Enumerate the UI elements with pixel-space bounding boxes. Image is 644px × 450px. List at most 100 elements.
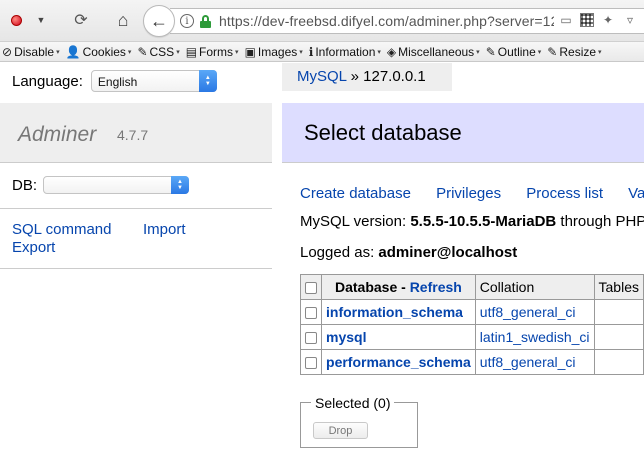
row-check-cell	[299, 324, 323, 350]
toolbar-item-forms[interactable]: ▤ Forms ▾	[184, 45, 243, 59]
collation-link[interactable]: utf8_general_ci	[480, 354, 576, 370]
toolbar-item-label: Resize	[559, 44, 597, 59]
db-label: DB:	[12, 176, 38, 194]
toolbar-item-label: Disable	[14, 44, 55, 59]
divider	[0, 268, 272, 269]
version-value: 5.5.5-10.5.5-MariaDB	[410, 213, 557, 230]
cookies-icon: 👤	[65, 44, 81, 59]
disable-icon: ⊘	[2, 44, 13, 59]
logged-user: adminer@localhost	[378, 244, 518, 261]
toolbar-item-outline[interactable]: ✎ Outline ▾	[484, 45, 546, 59]
toolbar-item-label: Information	[315, 44, 376, 59]
chevron-down-icon: ▾	[56, 48, 60, 56]
back-arrow-icon[interactable]: ←	[143, 5, 175, 37]
chevron-down-icon: ▾	[476, 48, 480, 56]
selected-legend: Selected (0)	[311, 395, 395, 411]
info-icon[interactable]: i	[180, 14, 194, 28]
url-text[interactable]: https://dev-freebsd.difyel.com/adminer.p…	[219, 13, 558, 29]
select-all-checkbox[interactable]	[305, 282, 317, 295]
toolbar-item-label: Images	[257, 44, 298, 59]
collation-link[interactable]: utf8_general_ci	[480, 304, 576, 320]
chevron-down-icon: ▾	[299, 48, 303, 56]
hardware-icon[interactable]: ▭	[558, 12, 574, 28]
collation-cell: utf8_general_ci	[474, 349, 595, 375]
toolbar-item-cookies[interactable]: 👤 Cookies ▾	[64, 45, 136, 59]
language-label: Language:	[12, 72, 83, 90]
db-row: DB: ▲ ▼	[12, 176, 190, 194]
chevron-down-icon: ▾	[176, 48, 180, 56]
adminer-page: Language: English ▲ ▼ Adminer 4.7.7 DB: ▲…	[0, 63, 644, 450]
header-collation: Collation	[474, 274, 595, 300]
information-icon: ℹ	[308, 44, 314, 59]
database-link[interactable]: performance_schema	[326, 354, 471, 370]
lock-icon[interactable]	[200, 14, 211, 28]
process-list-link[interactable]: Process list	[526, 185, 603, 202]
images-icon: ▣	[244, 44, 256, 59]
resize-icon: ✎	[547, 44, 558, 59]
database-link[interactable]: information_schema	[326, 304, 463, 320]
version-suffix: through PHP extension MySQLi	[560, 213, 644, 230]
toolbar-item-label: CSS	[149, 44, 175, 59]
db-select[interactable]: ▲ ▼	[43, 176, 190, 194]
database-cell: performance_schema	[321, 349, 476, 375]
row-check-cell	[299, 349, 323, 375]
url-bar-icons: ▭ ✦ ▿	[554, 12, 638, 28]
menu-caret-icon[interactable]: ▼	[34, 8, 48, 32]
toolbar-item-images[interactable]: ▣ Images ▾	[243, 45, 307, 59]
version-label: MySQL version:	[300, 213, 407, 230]
export-link[interactable]: Export	[12, 239, 55, 257]
import-link[interactable]: Import	[143, 221, 186, 239]
outline-icon: ✎	[485, 44, 496, 59]
row-checkbox[interactable]	[305, 357, 317, 370]
tables-cell	[593, 299, 644, 325]
header-database: Database - Refresh	[321, 274, 476, 300]
history-icon[interactable]: ⟳	[64, 8, 98, 32]
chevron-down-icon: ▾	[598, 48, 602, 56]
language-row: Language: English ▲ ▼	[12, 70, 217, 92]
web-developer-toolbar: ⊘ Disable ▾ 👤 Cookies ▾ ✎ CSS ▾ ▤ Forms ▾ ▣ Images ▾ ℹ I…	[0, 42, 644, 62]
url-bar[interactable]: i https://dev-freebsd.difyel.com/adminer…	[170, 8, 644, 34]
toolbar-item-label: Cookies	[82, 44, 126, 59]
chevron-down-icon: ▾	[377, 48, 381, 56]
database-link[interactable]: mysql	[326, 329, 366, 345]
forms-icon: ▤	[185, 44, 198, 59]
sql-command-link[interactable]: SQL command	[12, 221, 112, 239]
breadcrumb-server: 127.0.0.1	[363, 68, 426, 85]
header-database-label: Database	[334, 279, 398, 295]
logged-line: Logged as: adminer@localhost	[300, 244, 517, 261]
toolbar-item-information[interactable]: ℹ Information ▾	[307, 45, 385, 59]
pocket-icon[interactable]: ▿	[622, 12, 638, 28]
row-checkbox[interactable]	[305, 307, 317, 320]
drop-button[interactable]: Drop	[313, 422, 368, 439]
selected-fieldset: Selected (0) Drop	[300, 395, 418, 448]
header-dash: -	[401, 279, 406, 295]
privileges-link[interactable]: Privileges	[436, 185, 501, 202]
toolbar-item-miscellaneous[interactable]: ◈ Miscellaneous ▾	[385, 45, 484, 59]
miscellaneous-icon: ◈	[386, 44, 397, 59]
record-icon	[10, 14, 22, 26]
collation-cell: utf8_general_ci	[474, 299, 595, 325]
table-row: performance_schema utf8_general_ci	[299, 349, 644, 375]
url-host: https://dev-freebsd.difyel.com	[219, 13, 405, 29]
table-header-row: Database - Refresh Collation Tables	[299, 274, 644, 300]
create-database-link[interactable]: Create database	[300, 185, 411, 202]
toolbar-item-css[interactable]: ✎ CSS ▾	[135, 45, 183, 59]
record-button[interactable]	[6, 8, 26, 32]
toolbar-item-resize[interactable]: ✎ Resize ▾	[545, 45, 605, 59]
gear-icon[interactable]: ✦	[600, 12, 616, 28]
collation-link[interactable]: latin1_swedish_ci	[480, 329, 590, 345]
database-rows: information_schema utf8_general_ci mysql la…	[299, 299, 644, 375]
variables-link[interactable]: Variables	[628, 185, 644, 202]
row-check-cell	[299, 299, 323, 325]
chevron-down-icon: ▾	[127, 48, 132, 56]
breadcrumb-driver-link[interactable]: MySQL	[297, 68, 346, 85]
row-checkbox[interactable]	[305, 332, 317, 345]
home-icon[interactable]: ⌂	[112, 8, 134, 32]
version-line: MySQL version: 5.5.5-10.5.5-MariaDB thro…	[300, 213, 644, 230]
qr-icon[interactable]	[580, 13, 594, 27]
app-name[interactable]: Adminer	[18, 123, 96, 147]
toolbar-item-disable[interactable]: ⊘ Disable ▾	[0, 45, 64, 59]
refresh-link[interactable]: Refresh	[410, 279, 462, 295]
logged-label: Logged as:	[300, 244, 375, 261]
language-select[interactable]: English ▲ ▼	[90, 70, 217, 92]
